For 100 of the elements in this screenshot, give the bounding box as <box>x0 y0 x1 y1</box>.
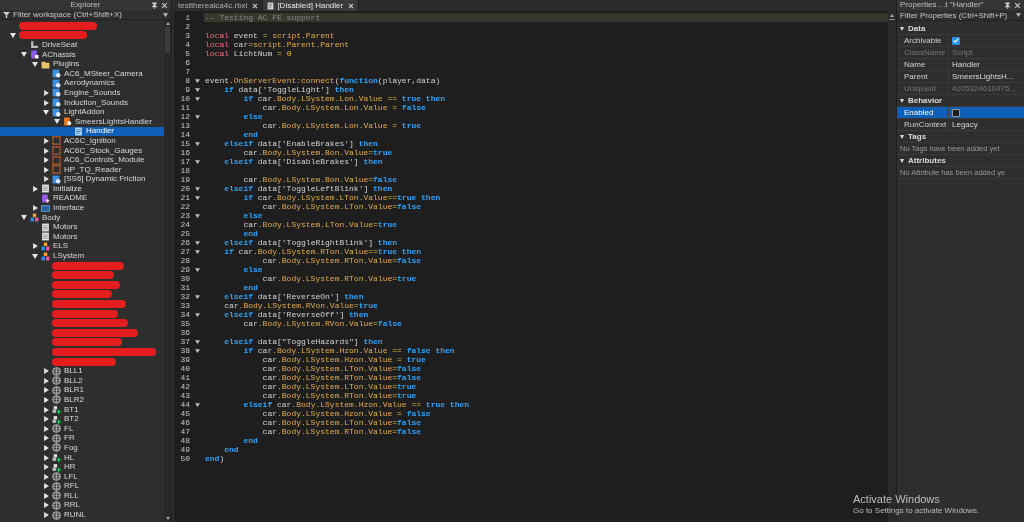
item-label[interactable]: SmeersLightsHandler <box>75 117 152 126</box>
item-label[interactable]: Motors <box>53 232 78 241</box>
close-icon[interactable] <box>348 2 355 9</box>
item-label[interactable]: AChassis <box>42 50 76 59</box>
fold-arrow-icon[interactable] <box>194 240 200 245</box>
filter-field[interactable]: Filter Properties (Ctrl+Shift+P) <box>900 10 1014 20</box>
collapsed-arrow-icon[interactable] <box>43 368 49 375</box>
collapsed-arrow-icon[interactable] <box>43 157 49 164</box>
property-name[interactable]: RunContext <box>897 119 949 130</box>
collapsed-arrow-icon[interactable] <box>43 483 49 490</box>
collapsed-arrow-icon[interactable] <box>43 89 49 96</box>
item-label[interactable]: FR <box>64 434 75 443</box>
close-icon[interactable] <box>1014 1 1021 9</box>
expanded-arrow-icon[interactable] <box>900 134 904 139</box>
collapsed-arrow-icon[interactable] <box>43 473 49 480</box>
property-value[interactable]: Handler <box>952 60 980 69</box>
expanded-arrow-icon[interactable] <box>900 98 904 103</box>
collapsed-arrow-icon[interactable] <box>43 416 49 423</box>
fold-arrow-icon[interactable] <box>194 96 200 101</box>
collapsed-arrow-icon[interactable] <box>43 137 49 144</box>
expanded-arrow-icon[interactable] <box>21 52 27 58</box>
item-label[interactable]: Induction_Sounds <box>64 98 129 107</box>
expanded-arrow-icon[interactable] <box>10 32 16 38</box>
item-label[interactable]: LFL <box>64 472 78 481</box>
pin-icon[interactable] <box>151 1 158 9</box>
collapsed-arrow-icon[interactable] <box>43 464 49 471</box>
item-label[interactable]: AC6C_Ignition <box>64 136 116 145</box>
close-icon[interactable] <box>252 2 259 9</box>
item-label[interactable]: Interface <box>53 204 85 213</box>
scrollbar[interactable] <box>164 20 171 522</box>
collapsed-arrow-icon[interactable] <box>43 454 49 461</box>
collapsed-arrow-icon[interactable] <box>43 377 49 384</box>
fold-arrow-icon[interactable] <box>194 213 200 218</box>
collapsed-arrow-icon[interactable] <box>32 185 38 192</box>
fold-arrow-icon[interactable] <box>194 294 200 299</box>
item-label[interactable]: LightAddon <box>64 108 105 117</box>
checkbox[interactable] <box>952 36 960 45</box>
collapsed-arrow-icon[interactable] <box>43 166 49 173</box>
dropdown-caret-icon[interactable] <box>1016 13 1021 17</box>
item-label[interactable]: Aerodynamics <box>64 79 115 88</box>
collapsed-arrow-icon[interactable] <box>43 425 49 432</box>
item-label[interactable]: RUNL <box>64 511 86 520</box>
fold-arrow-icon[interactable] <box>194 249 200 254</box>
expanded-arrow-icon[interactable] <box>43 109 49 115</box>
filter-field[interactable]: Filter workspace (Ctrl+Shift+X) <box>13 9 160 20</box>
close-icon[interactable] <box>161 1 168 9</box>
collapsed-arrow-icon[interactable] <box>43 387 49 394</box>
item-label[interactable]: HP_TQ_Reader <box>64 165 122 174</box>
collapsed-arrow-icon[interactable] <box>32 205 38 212</box>
item-label[interactable]: ELS <box>53 242 69 251</box>
item-label[interactable]: BLR2 <box>64 395 84 404</box>
collapsed-arrow-icon[interactable] <box>43 147 49 154</box>
item-label[interactable]: [SS6] Dynamic Friction <box>64 175 146 184</box>
expanded-arrow-icon[interactable] <box>54 119 60 125</box>
scroll-thumb[interactable] <box>165 27 170 53</box>
fold-arrow-icon[interactable] <box>194 312 200 317</box>
collapsed-arrow-icon[interactable] <box>43 406 49 413</box>
property-value[interactable]: SmeersLightsH... <box>952 72 1014 81</box>
item-label[interactable]: Handler <box>86 127 114 136</box>
item-label[interactable]: LSystem <box>53 252 85 261</box>
item-label[interactable]: BT2 <box>64 415 79 424</box>
item-label[interactable]: Motors <box>53 223 78 232</box>
fold-arrow-icon[interactable] <box>194 339 200 344</box>
fold-arrow-icon[interactable] <box>194 87 200 92</box>
expanded-arrow-icon[interactable] <box>32 253 38 259</box>
item-label[interactable]: Engine_Sounds <box>64 88 121 97</box>
filter-bar[interactable]: Filter Properties (Ctrl+Shift+P) <box>897 10 1024 21</box>
checkbox[interactable] <box>952 108 960 117</box>
item-label[interactable]: AC6C_Stock_Gauges <box>64 146 143 155</box>
item-label[interactable]: Body <box>42 213 61 222</box>
expanded-arrow-icon[interactable] <box>21 215 27 221</box>
item-label[interactable]: Fog <box>64 443 78 452</box>
scroll-up-icon[interactable] <box>165 22 170 25</box>
item-label[interactable]: Initialize <box>53 184 82 193</box>
collapsed-arrow-icon[interactable] <box>43 492 49 499</box>
fold-arrow-icon[interactable] <box>194 267 200 272</box>
item-label[interactable]: FL <box>64 424 74 433</box>
item-label[interactable]: HR <box>64 463 76 472</box>
item-label[interactable]: README <box>53 194 88 203</box>
item-label[interactable]: RLL <box>64 491 79 500</box>
scroll-up-icon[interactable] <box>890 14 894 17</box>
pin-icon[interactable] <box>1004 1 1011 9</box>
item-label[interactable]: Plugins <box>53 60 80 69</box>
fold-arrow-icon[interactable] <box>194 348 200 353</box>
collapsed-arrow-icon[interactable] <box>43 396 49 403</box>
property-value[interactable]: Legacy <box>952 120 978 129</box>
fold-arrow-icon[interactable] <box>194 186 200 191</box>
expanded-arrow-icon[interactable] <box>900 158 904 163</box>
collapsed-arrow-icon[interactable] <box>32 243 38 250</box>
item-label[interactable]: AC6_Controls_Module <box>64 156 145 165</box>
fold-arrow-icon[interactable] <box>194 195 200 200</box>
fold-arrow-icon[interactable] <box>194 141 200 146</box>
fold-arrow-icon[interactable] <box>194 402 200 407</box>
item-label[interactable]: HL <box>64 453 75 462</box>
collapsed-arrow-icon[interactable] <box>43 435 49 442</box>
fold-arrow-icon[interactable] <box>194 78 200 83</box>
item-label[interactable]: BT1 <box>64 405 79 414</box>
item-label[interactable]: BLL2 <box>64 376 83 385</box>
item-label[interactable]: AC6_MSteer_Camera <box>64 69 143 78</box>
item-label[interactable]: BLL1 <box>64 367 83 376</box>
